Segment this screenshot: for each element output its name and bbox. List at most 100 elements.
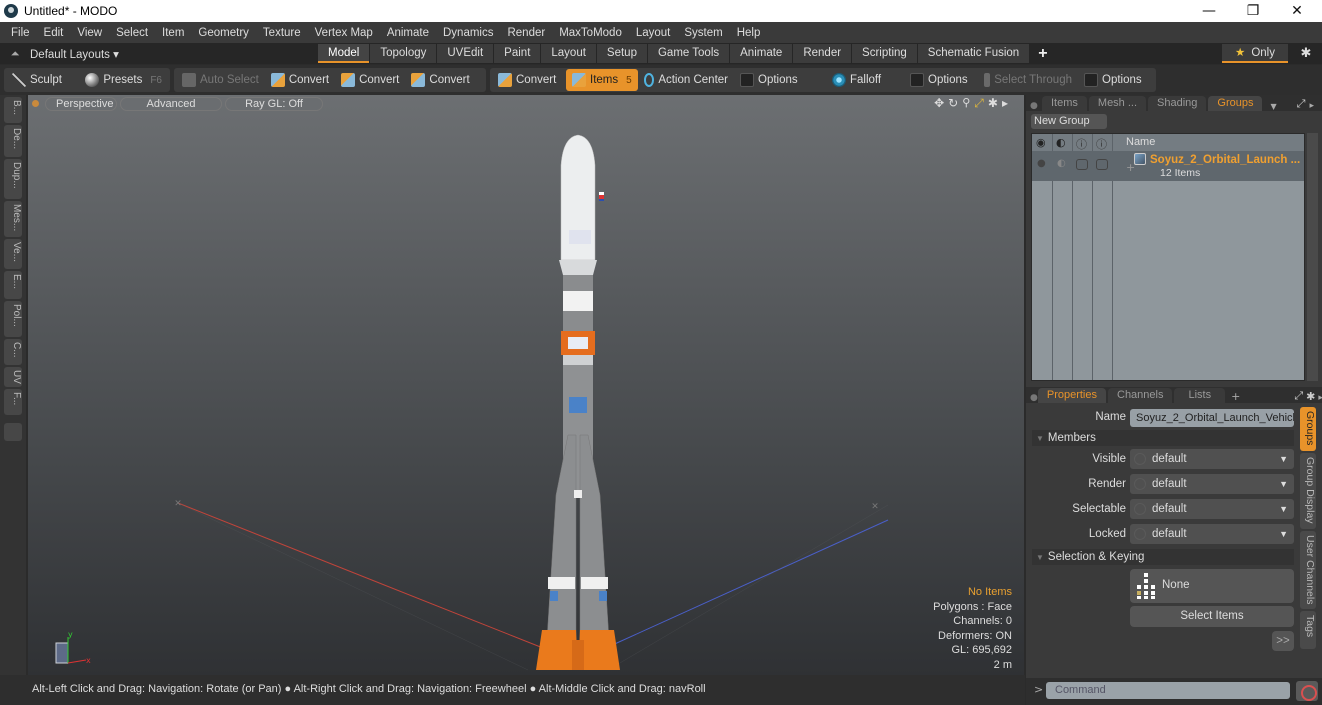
3d-viewport[interactable]: ✕ ✕ y x Perspective Advanced Ray GL: Off…: [28, 95, 1024, 675]
left-tab-fusion[interactable]: F...: [4, 389, 22, 415]
tab-animate[interactable]: Animate: [730, 44, 793, 63]
panel-gear-icon[interactable]: ✱: [1306, 390, 1315, 403]
menu-file[interactable]: File: [4, 27, 37, 39]
menu-help[interactable]: Help: [730, 27, 768, 39]
tab-channels[interactable]: Channels: [1108, 388, 1173, 403]
viewport-menu-dot[interactable]: [32, 100, 39, 107]
members-section[interactable]: ▼ Members: [1032, 430, 1294, 446]
tab-groups[interactable]: Groups: [1208, 96, 1263, 111]
action-center-options-button[interactable]: Options: [734, 69, 826, 91]
menu-system[interactable]: System: [677, 27, 729, 39]
visibility-column-icon[interactable]: ◉: [1036, 136, 1046, 149]
visible-state-indicator[interactable]: [1134, 453, 1146, 465]
tab-topology[interactable]: Topology: [370, 44, 437, 63]
tab-schematic-fusion[interactable]: Schematic Fusion: [917, 44, 1030, 63]
panel-more-icon[interactable]: ▸: [1309, 101, 1314, 111]
shading-mode-button[interactable]: Advanced: [120, 96, 222, 111]
raygl-button[interactable]: Ray GL: Off: [225, 96, 323, 111]
tab-layout[interactable]: Layout: [541, 44, 596, 63]
left-tab-extra[interactable]: [4, 423, 22, 441]
convert-button-1[interactable]: Convert: [265, 69, 335, 91]
tab-uvedit[interactable]: UVEdit: [437, 44, 494, 63]
side-tab-groups[interactable]: Groups: [1300, 407, 1316, 451]
render-dropdown[interactable]: default ▼: [1130, 474, 1294, 494]
menu-geometry[interactable]: Geometry: [191, 27, 256, 39]
menu-animate[interactable]: Animate: [380, 27, 436, 39]
tab-properties[interactable]: Properties: [1037, 388, 1106, 403]
left-tab-uv[interactable]: UV: [4, 367, 22, 387]
select-column-icon[interactable]: ⓘ: [1076, 136, 1087, 152]
convert-button-4[interactable]: Convert: [492, 69, 566, 91]
menu-item[interactable]: Item: [155, 27, 191, 39]
layout-toggle-icon[interactable]: ⏶: [0, 47, 30, 61]
convert-button-2[interactable]: Convert: [335, 69, 405, 91]
menu-maxtomodo[interactable]: MaxToModo: [552, 27, 629, 39]
tab-paint[interactable]: Paint: [494, 44, 541, 63]
side-tab-group-display[interactable]: Group Display: [1300, 453, 1316, 529]
menu-view[interactable]: View: [70, 27, 109, 39]
expand-panel-icon[interactable]: ⤢: [1294, 389, 1303, 403]
presets-button[interactable]: Presets F6: [79, 69, 168, 91]
left-tab-duplicate[interactable]: Dup...: [4, 159, 22, 199]
view-mode-button[interactable]: Perspective: [45, 96, 117, 111]
default-layouts-dropdown[interactable]: Default Layouts ▾: [30, 47, 315, 61]
panel-more-icon[interactable]: ▸: [1318, 393, 1322, 403]
menu-vertex-map[interactable]: Vertex Map: [308, 27, 380, 39]
selection-keying-section[interactable]: ▼ Selection & Keying: [1032, 549, 1294, 565]
render-toggle-icon[interactable]: ◐: [1057, 158, 1066, 169]
tab-game-tools[interactable]: Game Tools: [647, 44, 730, 63]
action-center-button[interactable]: Action Center: [638, 69, 734, 91]
selectable-state-indicator[interactable]: [1134, 503, 1146, 515]
side-tab-user-channels[interactable]: User Channels: [1300, 531, 1316, 609]
menu-texture[interactable]: Texture: [256, 27, 308, 39]
name-field[interactable]: Soyuz_2_Orbital_Launch_Vehicle: [1130, 409, 1294, 427]
tab-mesh[interactable]: Mesh ...: [1088, 96, 1147, 111]
panel-menu-dot[interactable]: ●: [1026, 101, 1042, 111]
side-tab-tags[interactable]: Tags: [1300, 611, 1316, 649]
locked-state-indicator[interactable]: [1134, 528, 1146, 540]
left-tab-mesh-edit[interactable]: Mes...: [4, 201, 22, 237]
left-tab-basic[interactable]: B...: [4, 97, 22, 123]
render-state-indicator[interactable]: [1134, 478, 1146, 490]
left-tab-polygon[interactable]: Pol...: [4, 301, 22, 337]
add-layout-tab-button[interactable]: +: [1030, 44, 1055, 63]
only-button[interactable]: ★ Only: [1222, 44, 1288, 63]
left-tab-deform[interactable]: De...: [4, 125, 22, 157]
left-tab-vertex[interactable]: Ve...: [4, 239, 22, 269]
menu-edit[interactable]: Edit: [37, 27, 71, 39]
fit-view-icon[interactable]: ⤢: [974, 96, 984, 111]
menu-layout[interactable]: Layout: [629, 27, 678, 39]
left-tab-curve[interactable]: C...: [4, 339, 22, 365]
tab-items[interactable]: Items: [1042, 96, 1087, 111]
tabs-dropdown-icon[interactable]: ▼: [1264, 102, 1282, 111]
visibility-toggle-icon[interactable]: ●: [1037, 158, 1046, 169]
tab-setup[interactable]: Setup: [596, 44, 647, 63]
convert-button-3[interactable]: Convert: [405, 69, 475, 91]
visible-dropdown[interactable]: default ▼: [1130, 449, 1294, 469]
close-button[interactable]: ✕: [1274, 0, 1320, 22]
lock-column-icon[interactable]: ⓘ: [1096, 136, 1107, 152]
add-tab-button[interactable]: +: [1227, 390, 1244, 403]
tab-model[interactable]: Model: [318, 44, 370, 63]
rotate-view-icon[interactable]: ↻: [948, 96, 958, 111]
selectable-dropdown[interactable]: default ▼: [1130, 499, 1294, 519]
expand-panel-icon[interactable]: ⤢: [1297, 97, 1306, 111]
left-tab-edge[interactable]: E...: [4, 271, 22, 299]
zoom-view-icon[interactable]: ⚲: [962, 96, 970, 111]
render-column-icon[interactable]: ◐: [1056, 136, 1066, 149]
falloff-options-button[interactable]: Options: [904, 69, 978, 91]
menu-render[interactable]: Render: [500, 27, 552, 39]
tab-shading[interactable]: Shading: [1148, 96, 1207, 111]
viewport-more-icon[interactable]: ▸: [1002, 96, 1008, 111]
minimize-button[interactable]: —: [1186, 0, 1232, 22]
menu-dynamics[interactable]: Dynamics: [436, 27, 500, 39]
groups-list-scrollbar[interactable]: [1307, 133, 1318, 381]
tab-scripting[interactable]: Scripting: [852, 44, 917, 63]
group-row[interactable]: ● ◐ + Soyuz_2_Orbital_Launch ... 12 Item…: [1032, 151, 1304, 181]
more-button[interactable]: >>: [1272, 631, 1294, 651]
sculpt-button[interactable]: Sculpt: [6, 69, 79, 91]
panel-menu-dot[interactable]: ●: [1026, 393, 1038, 403]
tab-lists[interactable]: Lists: [1174, 388, 1226, 403]
viewport-settings-icon[interactable]: ✱: [988, 96, 998, 111]
new-group-button[interactable]: New Group: [1031, 114, 1107, 129]
